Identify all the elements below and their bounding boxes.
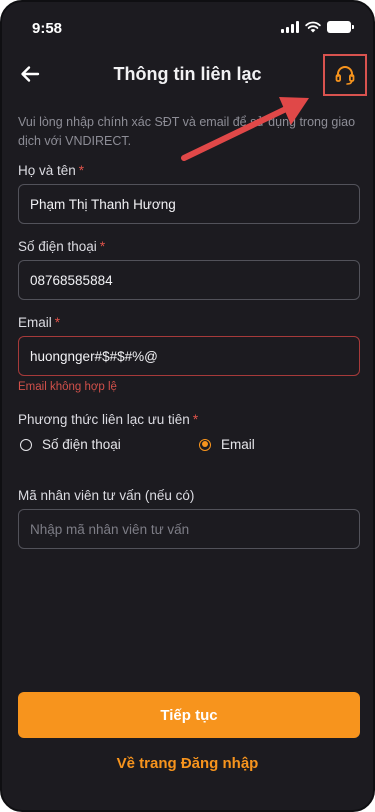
phone-input[interactable]: [30, 272, 348, 288]
page-title: Thông tin liên lạc: [113, 64, 262, 84]
radio-option-email[interactable]: Email: [199, 437, 255, 452]
radio-circle-selected[interactable]: [199, 438, 211, 451]
status-icons: [281, 21, 354, 33]
header: Thông tin liên lạc: [2, 54, 373, 96]
phone-screen: 9:58 Thông tin liên lạc Vui lòng nhập ch…: [0, 0, 375, 812]
advisor-input[interactable]: [30, 521, 348, 537]
login-link[interactable]: Về trang Đăng nhập: [2, 755, 373, 772]
continue-button[interactable]: Tiếp tục: [18, 692, 360, 738]
signal-icon: [281, 21, 299, 33]
status-time: 9:58: [32, 20, 63, 37]
email-label: Email *: [18, 315, 61, 330]
support-button[interactable]: [323, 54, 367, 96]
advisor-label: Mã nhân viên tư vấn (nếu có): [18, 488, 195, 503]
status-bar: 9:58: [2, 2, 373, 50]
radio-circle[interactable]: [20, 438, 32, 451]
phone-label: Số điện thoại *: [18, 239, 106, 254]
battery-icon: [327, 21, 354, 33]
name-label: Họ và tên *: [18, 163, 85, 178]
radio-option-phone[interactable]: Số điện thoại: [20, 437, 121, 452]
email-field[interactable]: [18, 336, 360, 376]
name-input[interactable]: [30, 196, 348, 212]
description-text: Vui lòng nhập chính xác SĐT và email để …: [18, 115, 356, 148]
email-input[interactable]: [30, 348, 348, 364]
headset-icon: [335, 66, 355, 85]
name-field[interactable]: [18, 184, 360, 224]
phone-field[interactable]: [18, 260, 360, 300]
wifi-icon: [305, 21, 321, 33]
advisor-field[interactable]: [18, 509, 360, 549]
contact-method-label: Phương thức liên lạc ưu tiên *: [18, 412, 199, 427]
email-error-text: Email không hợp lệ: [18, 381, 117, 393]
